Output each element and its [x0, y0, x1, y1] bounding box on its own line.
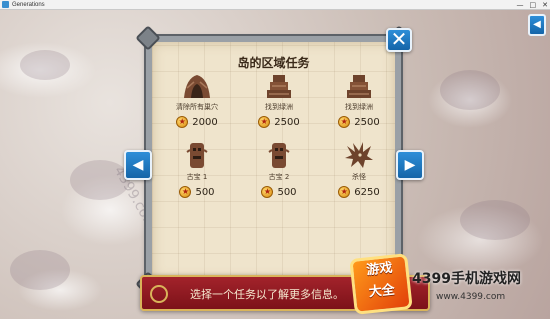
- corner-collapse-button[interactable]: ◀: [528, 14, 546, 36]
- next-page-button[interactable]: ▶: [396, 150, 424, 180]
- quest-item[interactable]: 找到绿洲 ★ 2500: [244, 72, 314, 128]
- watermark-logo: 游戏 大全: [349, 253, 413, 315]
- quest-reward: ★ 2000: [162, 116, 232, 128]
- quest-reward: ★ 6250: [324, 186, 394, 198]
- previous-page-button[interactable]: ◀: [124, 150, 152, 180]
- star-coin-icon: ★: [176, 116, 189, 128]
- minimize-button[interactable]: —: [517, 1, 524, 9]
- quest-reward: ★ 500: [162, 186, 232, 198]
- quest-name: 找到绿洲: [265, 103, 293, 111]
- quest-name: 古宝 1: [186, 173, 208, 181]
- star-coin-icon: ★: [338, 116, 351, 128]
- quest-item[interactable]: 杀怪 ★ 6250: [324, 140, 394, 198]
- quest-reward: ★ 2500: [324, 116, 394, 128]
- hint-text: 选择一个任务以了解更多信息。: [190, 288, 344, 301]
- reward-value: 2500: [274, 116, 300, 128]
- quest-item[interactable]: 找到绿洲 ★ 2500: [324, 72, 394, 128]
- quest-name: 清除所有巢穴: [176, 103, 218, 111]
- quest-reward: ★ 500: [244, 186, 314, 198]
- window-controls: — □ ✕: [517, 1, 549, 9]
- reward-value: 2500: [354, 116, 380, 128]
- quest-panel: 岛的区域任务 清除所有巢穴 ★ 2000 找到绿洲 ★ 2500 找到绿洲 ★ …: [135, 25, 412, 297]
- reward-value: 500: [277, 186, 297, 198]
- panel-title: 岛的区域任务: [237, 56, 310, 70]
- star-coin-icon: ★: [338, 186, 351, 198]
- quest-item[interactable]: 清除所有巢穴 ★ 2000: [162, 72, 232, 128]
- quest-name: 古宝 2: [268, 173, 290, 181]
- quest-item[interactable]: 古宝 1 ★ 500: [162, 140, 232, 198]
- close-window-button[interactable]: ✕: [542, 1, 548, 9]
- totem-icon: [268, 143, 290, 168]
- monster-icon: [345, 142, 373, 168]
- ruins-icon: [267, 75, 291, 98]
- window-title: Generations: [12, 1, 45, 8]
- star-coin-icon: ★: [179, 186, 192, 198]
- banner-ornament-icon: [150, 285, 168, 303]
- reward-value: 2000: [192, 116, 218, 128]
- ruins-icon: [347, 75, 371, 98]
- reward-value: 500: [195, 186, 215, 198]
- maximize-button[interactable]: □: [530, 1, 537, 9]
- quest-name: 杀怪: [352, 173, 366, 181]
- star-coin-icon: ★: [258, 116, 271, 128]
- reward-value: 6250: [354, 186, 380, 198]
- close-panel-button[interactable]: ✕: [386, 28, 412, 52]
- window-titlebar: Generations — □ ✕: [0, 0, 550, 10]
- cave-icon: [184, 75, 210, 98]
- star-coin-icon: ★: [261, 186, 274, 198]
- quest-reward: ★ 2500: [244, 116, 314, 128]
- quest-name: 找到绿洲: [345, 103, 373, 111]
- watermark-site-name: 4399手机游戏网: [412, 271, 521, 287]
- watermark-logo-line2: 大全: [368, 282, 396, 301]
- app-icon: [2, 1, 9, 8]
- quest-item[interactable]: 古宝 2 ★ 500: [244, 140, 314, 198]
- totem-icon: [186, 143, 208, 168]
- watermark-url: www.4399.com: [436, 292, 506, 302]
